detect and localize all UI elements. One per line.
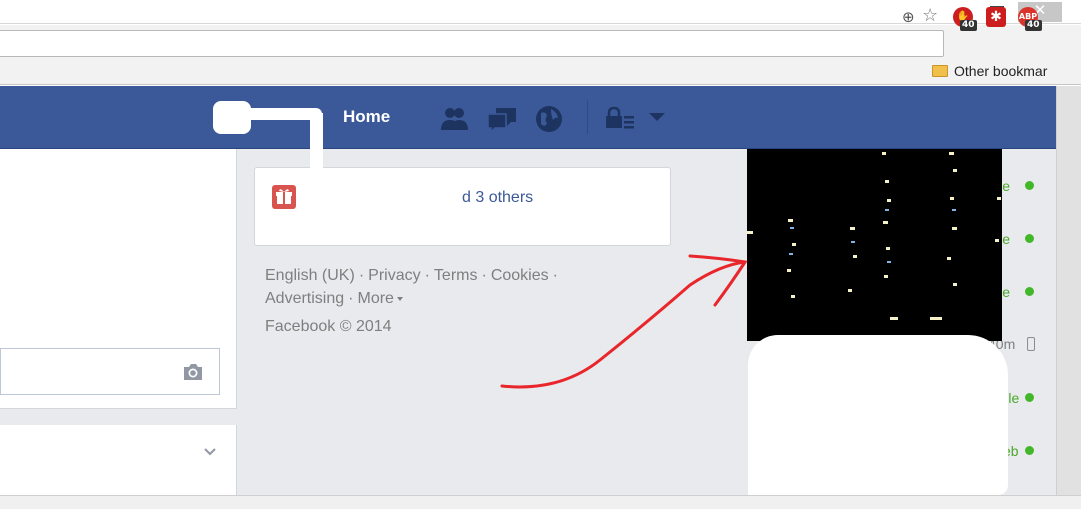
window-title-bar: – ✕ (0, 0, 1081, 24)
header-divider (587, 100, 588, 134)
privacy-shortcuts-icon[interactable] (604, 104, 636, 134)
redaction-mark (748, 335, 1008, 495)
browser-toolbar (0, 25, 1081, 62)
left-card-post (0, 425, 237, 495)
footer-link-advertising[interactable]: Advertising (265, 290, 344, 307)
mobile-phone-icon (1027, 337, 1035, 351)
account-menu-caret-icon[interactable] (649, 113, 665, 121)
birthday-reminder-link[interactable]: d 3 others (462, 189, 533, 207)
notifications-icon[interactable] (533, 104, 565, 134)
folder-icon (932, 65, 948, 77)
home-link[interactable]: Home (343, 107, 390, 127)
redaction-mark (310, 113, 323, 168)
online-indicator-icon (1025, 446, 1034, 455)
bookmarks-bar: Other bookmar (0, 62, 1081, 85)
extension-badge: 40 (1025, 20, 1042, 31)
facebook-top-bar: Home (0, 86, 1056, 149)
more-caret-icon[interactable] (396, 296, 403, 301)
online-indicator-icon (1025, 234, 1034, 243)
friend-requests-icon[interactable] (438, 104, 470, 134)
zoom-icon[interactable]: ⊕ (902, 9, 918, 25)
online-indicator-icon (1025, 181, 1034, 190)
footer-link-privacy[interactable]: Privacy (368, 267, 420, 284)
screenshot-root: – ✕ ⊕ ☆ ✋ 40 ✱ ABP 40 Other bookmar Home (0, 0, 1081, 509)
window-edge (1056, 86, 1081, 509)
footer-separator: · (424, 267, 430, 284)
footer-link-cookies[interactable]: Cookies (491, 267, 549, 284)
copyright-text: Facebook © 2014 (265, 318, 392, 335)
window-bottom-edge (0, 495, 1081, 509)
footer-links: English (UK) · Privacy · Terms · Cookies · Adve… (265, 264, 615, 310)
footer-separator: · (552, 267, 558, 284)
extension-badge: 40 (960, 20, 977, 31)
footer-link-language[interactable]: English (UK) (265, 267, 355, 284)
other-bookmarks-link[interactable]: Other bookmar (954, 63, 1047, 79)
star-icon[interactable]: ☆ (922, 7, 940, 25)
online-indicator-icon (1025, 287, 1034, 296)
footer-separator: · (358, 267, 365, 284)
lastpass-extension-icon[interactable]: ✱ (986, 7, 1006, 27)
redacted-photo-overlay (747, 149, 1002, 341)
footer-link-more[interactable]: More (357, 290, 393, 307)
footer-separator: · (481, 267, 487, 284)
camera-icon[interactable] (182, 363, 204, 381)
gift-icon (272, 185, 296, 209)
address-bar[interactable] (0, 30, 944, 57)
footer-link-terms[interactable]: Terms (434, 267, 478, 284)
redaction-mark (242, 108, 322, 120)
chevron-down-icon[interactable] (204, 447, 216, 457)
footer-separator: · (348, 290, 354, 307)
messages-icon[interactable] (486, 104, 518, 134)
online-indicator-icon (1025, 393, 1034, 402)
